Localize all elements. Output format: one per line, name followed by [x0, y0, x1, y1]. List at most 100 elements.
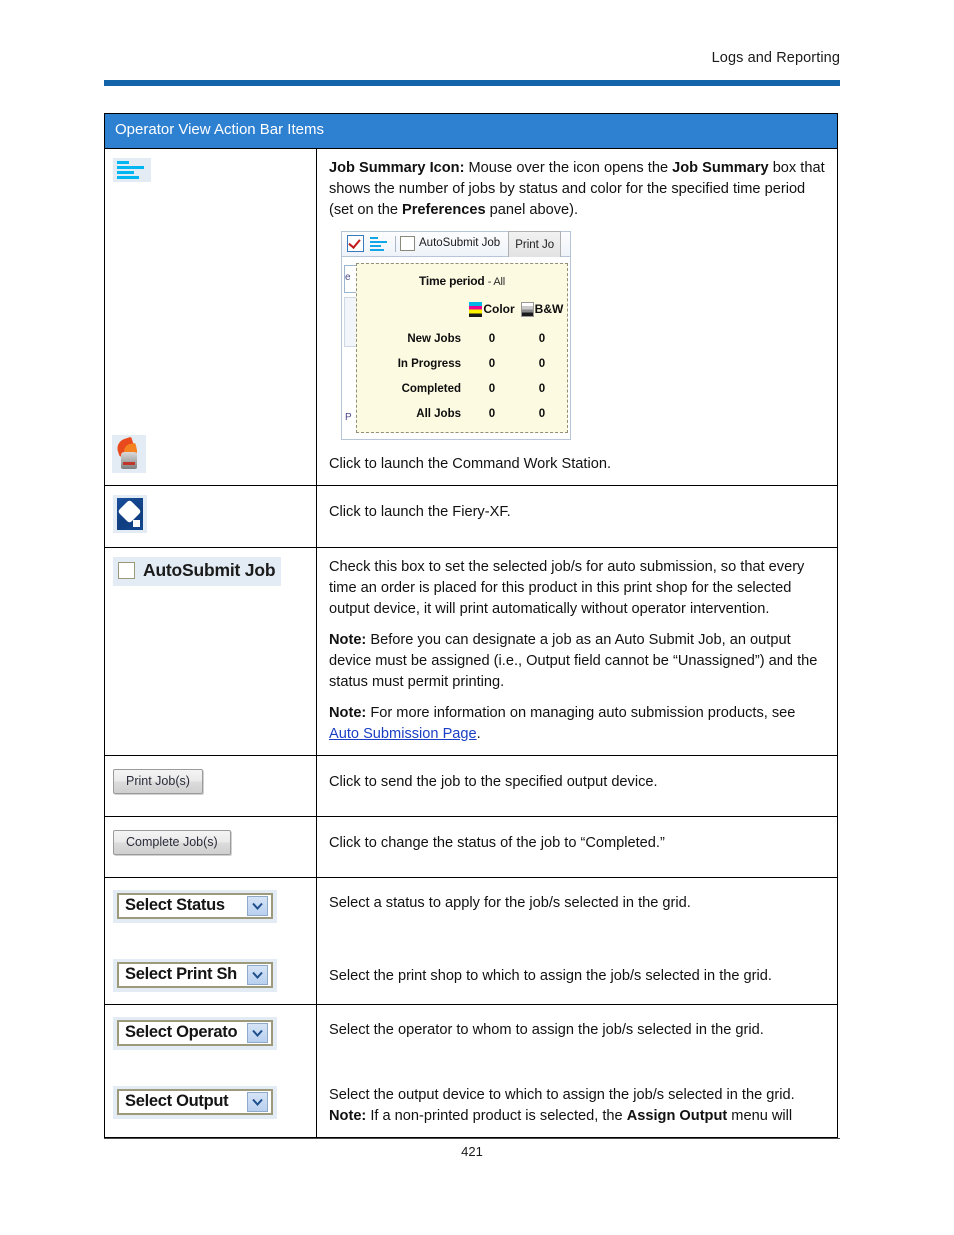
summary-row-bw-value: 0: [538, 382, 546, 395]
running-header-text: Logs and Reporting: [711, 50, 840, 66]
page-number: 421: [461, 1144, 483, 1159]
assign-output-bold: Assign Output: [626, 1107, 728, 1124]
row-description-cell: Select a status to apply for the job/s s…: [317, 878, 837, 1004]
color-swatch-wrap: Color: [469, 301, 515, 318]
row-description-cell: Check this box to set the selected job/s…: [317, 548, 837, 755]
note-label: Note:: [329, 631, 367, 648]
checkbox-icon[interactable]: [118, 561, 135, 579]
select-output-label: Select Output: [125, 1092, 229, 1111]
fiery-xf-icon[interactable]: [113, 494, 147, 533]
note-text-b: menu will: [727, 1107, 793, 1124]
ghost-text-bottom: P: [345, 411, 352, 423]
select-output-desc: Select the output device to which to ass…: [329, 1086, 795, 1103]
summary-row-label: In Progress: [397, 357, 461, 370]
summary-row-color-value: 0: [488, 332, 496, 345]
row-icon-cell: Print Job(s): [105, 755, 317, 816]
auto-submission-page-link[interactable]: Auto Submission Page: [329, 726, 477, 742]
toolbar-divider: [395, 235, 396, 252]
row-description-cell: Job Summary Icon: Mouse over the icon op…: [317, 149, 837, 485]
row-icon-cell: AutoSubmit Job: [105, 547, 317, 755]
summary-header-row: Color B&W: [357, 297, 567, 327]
desc-bold-lead: Job Summary Icon:: [329, 159, 465, 176]
job-summary-icon[interactable]: [113, 157, 151, 182]
note-label: Note:: [329, 704, 367, 721]
time-period-row: Time period - All: [357, 264, 567, 291]
desc-text-1: Mouse over the icon opens the: [464, 159, 673, 176]
row-description-cell: Click to launch the Fiery-XF.: [317, 486, 837, 547]
header-rule: [104, 80, 840, 86]
chevron-down-icon[interactable]: [247, 964, 268, 985]
complete-jobs-button[interactable]: Complete Job(s): [113, 829, 231, 855]
row-description-cell: Select the operator to whom to assign th…: [317, 1005, 837, 1137]
row-icon-cell: Complete Job(s): [105, 816, 317, 877]
print-jobs-button[interactable]: Print Job(s): [113, 768, 203, 794]
summary-data-row: New Jobs 0 0: [357, 327, 567, 352]
color-col-label: Color: [483, 301, 515, 316]
note-label: Note:: [329, 1107, 367, 1124]
select-print-shop-desc: Select the print shop to which to assign…: [329, 967, 772, 984]
note-text: For more information on managing auto su…: [366, 704, 796, 721]
autosubmit-checkbox[interactable]: [400, 236, 415, 252]
screenshot-body: e P Time period - All Color B&W New Jobs…: [341, 256, 571, 440]
autosubmit-job-label: AutoSubmit Job: [143, 559, 276, 580]
command-workstation-icon-holder: [112, 435, 146, 478]
summary-row-bw-value: 0: [538, 357, 546, 370]
row-description-cell: Click to change the status of the job to…: [317, 817, 837, 877]
summary-col-bw: B&W: [517, 297, 567, 327]
autosubmit-note-1: Note: Before you can designate a job as …: [329, 630, 827, 693]
table-row: Print Job(s) Click to send the job to th…: [105, 755, 837, 817]
grayscale-swatch-icon: [520, 301, 534, 317]
checked-red-checkbox-icon[interactable]: [347, 235, 364, 253]
select-status-dropdown[interactable]: Select Status: [113, 889, 277, 923]
summary-data-row: Completed 0 0: [357, 377, 567, 402]
bw-swatch-wrap: B&W: [520, 301, 564, 318]
note-text-a: If a non-printed product is selected, th…: [366, 1107, 627, 1124]
complete-jobs-desc: Click to change the status of the job to…: [329, 834, 665, 851]
summary-data-row: All Jobs 0 0: [357, 402, 567, 427]
table-row: Click to launch the Fiery-XF.: [105, 485, 837, 548]
fiery-xf-desc: Click to launch the Fiery-XF.: [329, 503, 511, 520]
ghost-text-left: e: [345, 271, 351, 283]
action-bar-items-table: Operator View Action Bar Items Job Summa…: [104, 113, 838, 1138]
cmyk-swatch-icon: [469, 301, 483, 317]
select-operator-dropdown[interactable]: Select Operato: [113, 1016, 277, 1050]
chevron-down-icon[interactable]: [247, 1022, 268, 1043]
summary-row-bw-value: 0: [538, 407, 546, 420]
chevron-down-icon[interactable]: [247, 1091, 268, 1112]
summary-row-label: All Jobs: [416, 407, 461, 420]
summary-col-color: Color: [467, 297, 517, 327]
autosubmit-note-2: Note: For more information on managing a…: [329, 703, 827, 745]
row-description-cell: Click to send the job to the specified o…: [317, 756, 837, 816]
row-icon-cell: Select Operato Select Output: [105, 1004, 317, 1137]
summary-row-color-value: 0: [488, 357, 496, 370]
select-output-note: Note: If a non-printed product is select…: [329, 1106, 827, 1127]
select-print-shop-label: Select Print Sh: [125, 965, 237, 984]
desc-bold-end: Preferences: [402, 201, 486, 218]
row-icon-cell: Select Status Select Print Sh: [105, 877, 317, 1004]
autosubmit-label: AutoSubmit Job: [419, 237, 501, 250]
job-summary-bars-icon[interactable]: [370, 236, 388, 251]
autosubmit-job-checkbox[interactable]: AutoSubmit Job: [113, 556, 282, 586]
job-summary-table: Color B&W New Jobs 0 0 In Progress 0 0 C…: [357, 297, 567, 427]
time-period-value: - All: [487, 275, 506, 288]
select-status-desc: Select a status to apply for the job/s s…: [329, 894, 691, 911]
table-row: AutoSubmit Job Check this box to set the…: [105, 547, 837, 756]
screenshot-toolbar: AutoSubmit Job Print Jo: [341, 230, 571, 257]
document-page: Logs and Reporting Operator View Action …: [0, 0, 954, 1235]
print-jobs-desc: Click to send the job to the specified o…: [329, 773, 658, 790]
print-job-button[interactable]: Print Jo: [508, 230, 562, 257]
row-icon-cell: [105, 485, 317, 547]
running-header: Logs and Reporting: [104, 50, 840, 67]
command-workstation-icon[interactable]: [112, 435, 146, 473]
chevron-down-icon[interactable]: [247, 895, 268, 916]
select-output-dropdown[interactable]: Select Output: [113, 1085, 277, 1119]
summary-data-row: In Progress 0 0: [357, 352, 567, 377]
table-row: Job Summary Icon: Mouse over the icon op…: [105, 148, 837, 486]
footer-rule: [104, 1138, 840, 1139]
summary-row-label: New Jobs: [407, 332, 461, 345]
job-summary-screenshot: AutoSubmit Job Print Jo e P Time period …: [341, 230, 571, 440]
autosubmit-desc-p1: Check this box to set the selected job/s…: [329, 558, 805, 617]
table-row: Select Status Select Print Sh Select a s…: [105, 877, 837, 1005]
bw-col-label: B&W: [534, 301, 564, 316]
select-print-shop-dropdown[interactable]: Select Print Sh: [113, 958, 277, 992]
